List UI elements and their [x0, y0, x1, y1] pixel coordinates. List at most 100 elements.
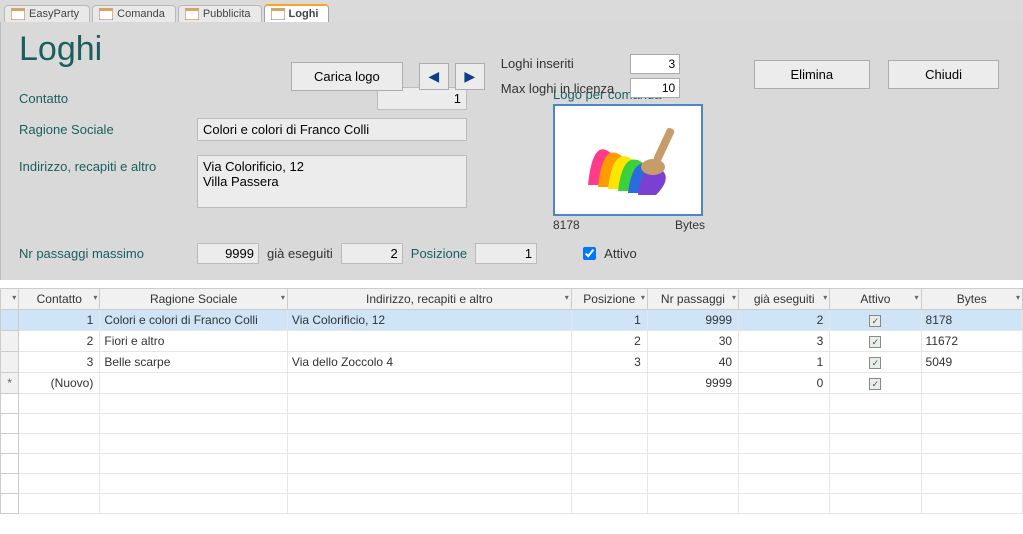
tab-label: EasyParty [29, 8, 79, 20]
tab-label: Loghi [289, 8, 319, 20]
lbl-indirizzo: Indirizzo, recapiti e altro [19, 155, 189, 208]
col-attivo[interactable]: Attivo▾ [830, 289, 921, 310]
inserted-field[interactable] [630, 54, 680, 74]
cell-ragione[interactable] [100, 373, 288, 394]
checkbox-icon: ✓ [869, 315, 881, 327]
cell-posizione[interactable]: 1 [571, 310, 647, 331]
close-button[interactable]: Chiudi [888, 60, 999, 89]
tab-loghi[interactable]: Loghi [264, 4, 330, 22]
table-row-new[interactable]: *(Nuovo) 99990 ✓ [1, 373, 1023, 394]
chevron-down-icon: ▾ [93, 293, 97, 302]
delete-button[interactable]: Elimina [754, 60, 871, 89]
cell-indirizzo[interactable]: Via Colorificio, 12 [287, 310, 571, 331]
cell-posizione[interactable]: 2 [571, 331, 647, 352]
load-logo-button[interactable]: Carica logo [291, 62, 403, 91]
ragione-field[interactable] [197, 118, 467, 141]
lbl-inserted: Loghi inseriti [501, 56, 614, 71]
row-selector-new[interactable]: * [1, 373, 19, 394]
prev-button[interactable]: ◀ [419, 63, 449, 90]
cell-bytes[interactable]: 5049 [921, 352, 1022, 373]
table-row-empty [1, 494, 1023, 514]
attivo-checkbox[interactable] [583, 247, 596, 260]
maxlic-field[interactable] [630, 78, 680, 98]
giaeseg-field[interactable] [341, 243, 403, 264]
chevron-down-icon: ▾ [565, 293, 569, 302]
chevron-down-icon: ▾ [12, 293, 16, 302]
table-row-empty [1, 434, 1023, 454]
table-row[interactable]: 3Belle scarpeVia dello Zoccolo 43401✓504… [1, 352, 1023, 373]
lbl-contatto: Contatto [19, 87, 189, 110]
form-pane: Loghi Carica logo ◀ ▶ Loghi inseriti Max… [0, 22, 1023, 280]
logo-image-box[interactable] [553, 104, 703, 216]
posizione-field[interactable] [475, 243, 537, 264]
cell-attivo[interactable]: ✓ [830, 331, 921, 352]
row-selector[interactable] [1, 331, 19, 352]
row-selector[interactable] [1, 310, 19, 331]
col-indirizzo[interactable]: Indirizzo, recapiti e altro▾ [287, 289, 571, 310]
lbl-ragione: Ragione Sociale [19, 118, 189, 141]
cell-contatto[interactable]: 1 [19, 310, 100, 331]
cell-posizione[interactable]: 3 [571, 352, 647, 373]
chevron-down-icon: ▾ [281, 293, 285, 302]
cell-indirizzo[interactable] [287, 331, 571, 352]
table-row[interactable]: 2Fiori e altro2303✓11672 [1, 331, 1023, 352]
cell-contatto[interactable]: 2 [19, 331, 100, 352]
logo-size-value: 8178 [553, 218, 580, 232]
tab-comanda[interactable]: Comanda [92, 5, 176, 22]
table-row[interactable]: 1Colori e colori di Franco ColliVia Colo… [1, 310, 1023, 331]
cell-posizione[interactable] [571, 373, 647, 394]
table-row-empty [1, 394, 1023, 414]
cell-ragione[interactable]: Belle scarpe [100, 352, 288, 373]
form-icon [271, 8, 285, 20]
cell-passaggi[interactable]: 9999 [647, 373, 738, 394]
cell-indirizzo[interactable]: Via dello Zoccolo 4 [287, 352, 571, 373]
col-posizione[interactable]: Posizione▾ [571, 289, 647, 310]
indirizzo-field[interactable] [197, 155, 467, 208]
col-ragione[interactable]: Ragione Sociale▾ [100, 289, 288, 310]
tab-label: Comanda [117, 8, 165, 20]
row-selector[interactable] [1, 352, 19, 373]
nrpass-field[interactable] [197, 243, 259, 264]
cell-indirizzo[interactable] [287, 373, 571, 394]
chevron-down-icon: ▾ [823, 293, 827, 302]
cell-passaggi[interactable]: 30 [647, 331, 738, 352]
cell-bytes[interactable]: 8178 [921, 310, 1022, 331]
lbl-maxlic: Max loghi in licenza [501, 81, 614, 96]
checkbox-icon: ✓ [869, 378, 881, 390]
col-contatto[interactable]: Contatto▾ [19, 289, 100, 310]
checkbox-icon: ✓ [869, 357, 881, 369]
cell-eseguiti[interactable]: 1 [739, 352, 830, 373]
col-eseguiti[interactable]: già eseguiti▾ [739, 289, 830, 310]
cell-bytes[interactable]: 11672 [921, 331, 1022, 352]
tab-easyparty[interactable]: EasyParty [4, 5, 90, 22]
lbl-nrpass: Nr passaggi massimo [19, 246, 189, 261]
lbl-attivo: Attivo [604, 246, 637, 261]
cell-contatto[interactable]: (Nuovo) [19, 373, 100, 394]
cell-bytes[interactable] [921, 373, 1022, 394]
cell-contatto[interactable]: 3 [19, 352, 100, 373]
cell-eseguiti[interactable]: 2 [739, 310, 830, 331]
col-passaggi[interactable]: Nr passaggi▾ [647, 289, 738, 310]
cell-attivo[interactable]: ✓ [830, 310, 921, 331]
cell-attivo[interactable]: ✓ [830, 373, 921, 394]
top-controls: Carica logo ◀ ▶ Loghi inseriti Max loghi… [291, 54, 680, 98]
chevron-down-icon: ▾ [1016, 293, 1020, 302]
table-row-empty [1, 414, 1023, 434]
cell-eseguiti[interactable]: 3 [739, 331, 830, 352]
cell-attivo[interactable]: ✓ [830, 352, 921, 373]
tab-pubblicita[interactable]: Pubblicita [178, 5, 262, 22]
paintbrush-icon [568, 115, 688, 205]
next-button[interactable]: ▶ [455, 63, 485, 90]
cell-ragione[interactable]: Fiori e altro [100, 331, 288, 352]
cell-passaggi[interactable]: 40 [647, 352, 738, 373]
checkbox-icon: ✓ [869, 336, 881, 348]
chevron-down-icon: ▾ [641, 293, 645, 302]
datasheet: ▾ Contatto▾ Ragione Sociale▾ Indirizzo, … [0, 288, 1023, 528]
cell-eseguiti[interactable]: 0 [739, 373, 830, 394]
row-selector-header[interactable]: ▾ [1, 289, 19, 310]
lbl-posizione: Posizione [411, 246, 467, 261]
form-icon [11, 8, 25, 20]
cell-ragione[interactable]: Colori e colori di Franco Colli [100, 310, 288, 331]
cell-passaggi[interactable]: 9999 [647, 310, 738, 331]
col-bytes[interactable]: Bytes▾ [921, 289, 1022, 310]
